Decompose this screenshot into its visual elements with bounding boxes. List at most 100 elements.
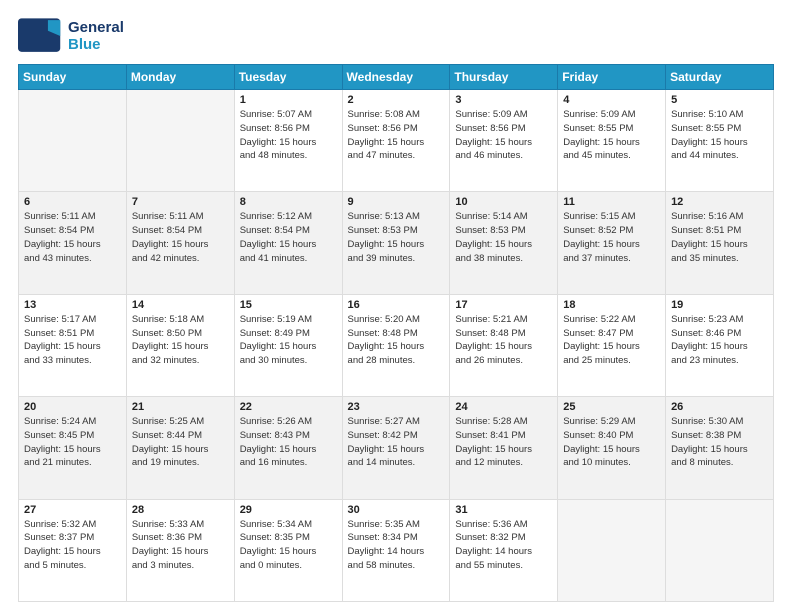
cell-line: Daylight: 15 hours <box>240 340 337 354</box>
cell-line: Daylight: 15 hours <box>132 443 229 457</box>
cell-line: and 3 minutes. <box>132 559 229 573</box>
cell-line: Sunrise: 5:07 AM <box>240 108 337 122</box>
cell-line: Sunset: 8:34 PM <box>348 531 445 545</box>
cell-line: Sunset: 8:32 PM <box>455 531 552 545</box>
cell-line: Sunset: 8:41 PM <box>455 429 552 443</box>
calendar-header-monday: Monday <box>126 65 234 90</box>
day-number: 6 <box>24 196 121 208</box>
calendar-cell: 14Sunrise: 5:18 AMSunset: 8:50 PMDayligh… <box>126 294 234 396</box>
day-number: 30 <box>348 504 445 516</box>
calendar-header-friday: Friday <box>558 65 666 90</box>
cell-line: Daylight: 15 hours <box>455 238 552 252</box>
calendar-cell <box>126 90 234 192</box>
header: General Blue <box>18 18 774 54</box>
calendar-cell: 1Sunrise: 5:07 AMSunset: 8:56 PMDaylight… <box>234 90 342 192</box>
calendar-cell: 11Sunrise: 5:15 AMSunset: 8:52 PMDayligh… <box>558 192 666 294</box>
cell-line: and 55 minutes. <box>455 559 552 573</box>
cell-line: Daylight: 15 hours <box>455 443 552 457</box>
cell-line: and 33 minutes. <box>24 354 121 368</box>
cell-line: and 12 minutes. <box>455 456 552 470</box>
cell-line: Daylight: 15 hours <box>240 545 337 559</box>
cell-line: Daylight: 15 hours <box>240 136 337 150</box>
day-number: 27 <box>24 504 121 516</box>
calendar-table: SundayMondayTuesdayWednesdayThursdayFrid… <box>18 64 774 602</box>
calendar-header-wednesday: Wednesday <box>342 65 450 90</box>
cell-line: and 10 minutes. <box>563 456 660 470</box>
cell-line: and 35 minutes. <box>671 252 768 266</box>
calendar-cell: 27Sunrise: 5:32 AMSunset: 8:37 PMDayligh… <box>19 499 127 601</box>
logo-text-block: General Blue <box>68 19 124 53</box>
cell-line: Daylight: 15 hours <box>563 238 660 252</box>
calendar-cell: 13Sunrise: 5:17 AMSunset: 8:51 PMDayligh… <box>19 294 127 396</box>
cell-line: Sunset: 8:36 PM <box>132 531 229 545</box>
calendar-week-row: 6Sunrise: 5:11 AMSunset: 8:54 PMDaylight… <box>19 192 774 294</box>
day-number: 24 <box>455 401 552 413</box>
cell-line: Sunrise: 5:26 AM <box>240 415 337 429</box>
cell-line: Daylight: 15 hours <box>671 136 768 150</box>
day-number: 23 <box>348 401 445 413</box>
cell-line: and 48 minutes. <box>240 149 337 163</box>
calendar-cell: 8Sunrise: 5:12 AMSunset: 8:54 PMDaylight… <box>234 192 342 294</box>
day-number: 4 <box>563 94 660 106</box>
calendar-cell: 19Sunrise: 5:23 AMSunset: 8:46 PMDayligh… <box>666 294 774 396</box>
calendar-cell: 10Sunrise: 5:14 AMSunset: 8:53 PMDayligh… <box>450 192 558 294</box>
cell-line: Daylight: 15 hours <box>348 443 445 457</box>
cell-line: Sunrise: 5:08 AM <box>348 108 445 122</box>
cell-line: Sunset: 8:43 PM <box>240 429 337 443</box>
cell-line: Daylight: 15 hours <box>132 545 229 559</box>
cell-line: and 14 minutes. <box>348 456 445 470</box>
page: General Blue SundayMondayTuesdayWednesda… <box>0 0 792 612</box>
calendar-cell: 7Sunrise: 5:11 AMSunset: 8:54 PMDaylight… <box>126 192 234 294</box>
calendar-cell: 12Sunrise: 5:16 AMSunset: 8:51 PMDayligh… <box>666 192 774 294</box>
cell-line: Sunset: 8:55 PM <box>563 122 660 136</box>
cell-line: Sunrise: 5:12 AM <box>240 210 337 224</box>
calendar-cell: 16Sunrise: 5:20 AMSunset: 8:48 PMDayligh… <box>342 294 450 396</box>
calendar-cell: 3Sunrise: 5:09 AMSunset: 8:56 PMDaylight… <box>450 90 558 192</box>
calendar-cell: 15Sunrise: 5:19 AMSunset: 8:49 PMDayligh… <box>234 294 342 396</box>
cell-line: and 30 minutes. <box>240 354 337 368</box>
calendar-week-row: 27Sunrise: 5:32 AMSunset: 8:37 PMDayligh… <box>19 499 774 601</box>
cell-line: and 19 minutes. <box>132 456 229 470</box>
calendar-cell: 2Sunrise: 5:08 AMSunset: 8:56 PMDaylight… <box>342 90 450 192</box>
cell-line: and 58 minutes. <box>348 559 445 573</box>
calendar-header-sunday: Sunday <box>19 65 127 90</box>
cell-line: Sunrise: 5:19 AM <box>240 313 337 327</box>
cell-line: Sunrise: 5:32 AM <box>24 518 121 532</box>
calendar-cell <box>558 499 666 601</box>
cell-line: Daylight: 15 hours <box>348 136 445 150</box>
cell-line: Sunset: 8:45 PM <box>24 429 121 443</box>
calendar-cell: 20Sunrise: 5:24 AMSunset: 8:45 PMDayligh… <box>19 397 127 499</box>
cell-line: Daylight: 15 hours <box>455 340 552 354</box>
cell-line: Sunrise: 5:16 AM <box>671 210 768 224</box>
cell-line: and 26 minutes. <box>455 354 552 368</box>
day-number: 9 <box>348 196 445 208</box>
calendar-week-row: 1Sunrise: 5:07 AMSunset: 8:56 PMDaylight… <box>19 90 774 192</box>
cell-line: Sunset: 8:53 PM <box>348 224 445 238</box>
day-number: 12 <box>671 196 768 208</box>
cell-line: and 25 minutes. <box>563 354 660 368</box>
calendar-header-row: SundayMondayTuesdayWednesdayThursdayFrid… <box>19 65 774 90</box>
cell-line: Sunset: 8:56 PM <box>455 122 552 136</box>
cell-line: Sunset: 8:50 PM <box>132 327 229 341</box>
day-number: 7 <box>132 196 229 208</box>
cell-line: Sunrise: 5:36 AM <box>455 518 552 532</box>
calendar-cell: 18Sunrise: 5:22 AMSunset: 8:47 PMDayligh… <box>558 294 666 396</box>
cell-line: Sunset: 8:54 PM <box>24 224 121 238</box>
cell-line: Sunrise: 5:09 AM <box>563 108 660 122</box>
day-number: 21 <box>132 401 229 413</box>
cell-line: Sunset: 8:38 PM <box>671 429 768 443</box>
logo-svg <box>18 18 62 54</box>
day-number: 19 <box>671 299 768 311</box>
cell-line: Daylight: 15 hours <box>563 443 660 457</box>
cell-line: Sunrise: 5:27 AM <box>348 415 445 429</box>
calendar-week-row: 13Sunrise: 5:17 AMSunset: 8:51 PMDayligh… <box>19 294 774 396</box>
cell-line: and 39 minutes. <box>348 252 445 266</box>
cell-line: Daylight: 15 hours <box>24 545 121 559</box>
cell-line: Sunrise: 5:21 AM <box>455 313 552 327</box>
cell-line: Sunrise: 5:15 AM <box>563 210 660 224</box>
cell-line: Daylight: 15 hours <box>563 136 660 150</box>
cell-line: and 0 minutes. <box>240 559 337 573</box>
cell-line: Sunset: 8:44 PM <box>132 429 229 443</box>
cell-line: and 44 minutes. <box>671 149 768 163</box>
cell-line: Sunset: 8:55 PM <box>671 122 768 136</box>
